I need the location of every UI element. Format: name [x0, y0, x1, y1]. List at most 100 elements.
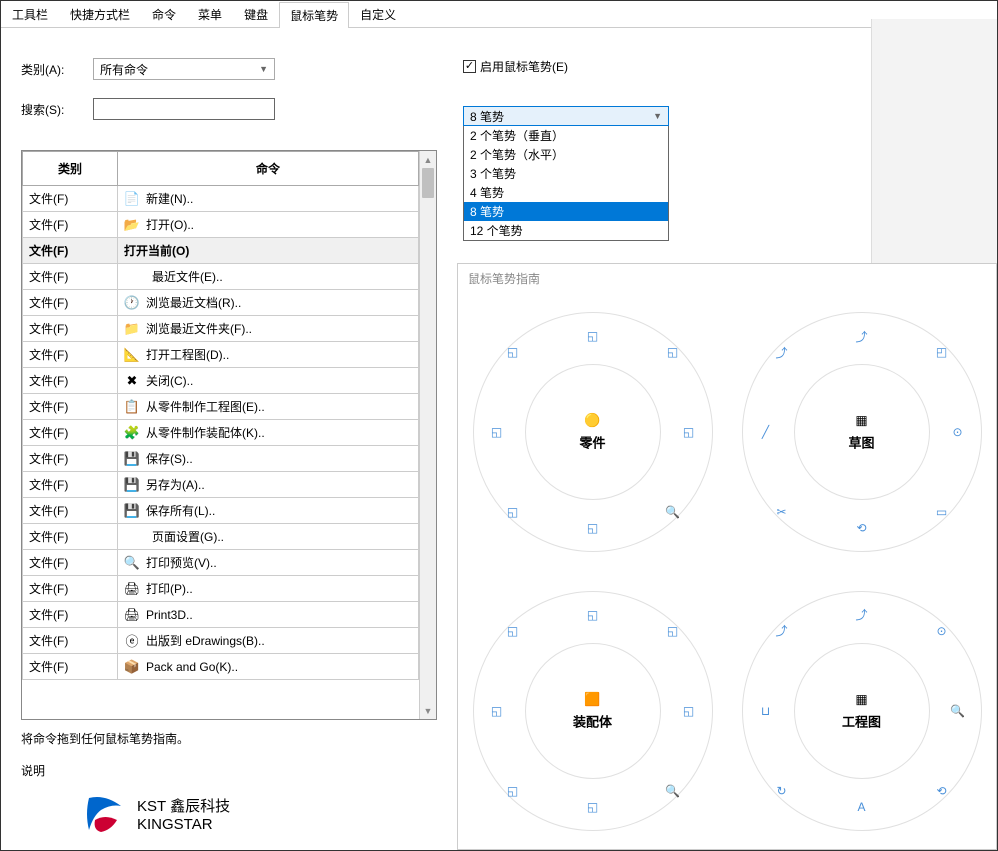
table-row[interactable]: 文件(F)🔍打印预览(V).. — [23, 550, 419, 576]
gesture-slot[interactable]: ◱ — [503, 781, 523, 801]
logo-icon — [81, 790, 129, 838]
gesture-slot[interactable]: ◱ — [663, 621, 683, 641]
gesture-slot[interactable]: ⊔ — [756, 701, 776, 721]
scroll-up-icon[interactable]: ▲ — [420, 151, 436, 168]
wheel-label: 装配体 — [573, 711, 612, 730]
gesture-count-dropdown: 2 个笔势（垂直）2 个笔势（水平）3 个笔势4 笔势8 笔势12 个笔势 — [463, 126, 669, 241]
gesture-slot[interactable]: ⤴ — [852, 326, 872, 346]
gesture-option[interactable]: 8 笔势 — [464, 202, 668, 221]
enable-gesture-checkbox[interactable]: ✓ 启用鼠标笔势(E) — [463, 58, 568, 75]
tab-3[interactable]: 菜单 — [187, 1, 233, 27]
gesture-option[interactable]: 2 个笔势（垂直） — [464, 126, 668, 145]
gesture-slot[interactable]: ◱ — [503, 621, 523, 641]
gesture-slot[interactable]: ⊙ — [948, 422, 968, 442]
wheel-center-icon: 🟡 — [584, 413, 600, 429]
tab-6[interactable]: 自定义 — [349, 1, 407, 27]
gesture-slot[interactable]: ⤴ — [772, 621, 792, 641]
table-row[interactable]: 文件(F)✖关闭(C).. — [23, 368, 419, 394]
gesture-slot[interactable]: ▭ — [932, 502, 952, 522]
gesture-slot[interactable]: 🔍 — [663, 781, 683, 801]
gesture-slot[interactable]: ⤴ — [772, 342, 792, 362]
gesture-slot[interactable]: ✂ — [772, 502, 792, 522]
command-icon: ✖ — [124, 373, 140, 389]
command-icon: 📂 — [124, 217, 140, 233]
gesture-slot[interactable]: ◱ — [679, 422, 699, 442]
table-row[interactable]: 文件(F)📂打开(O).. — [23, 212, 419, 238]
gesture-slot[interactable]: ◱ — [487, 701, 507, 721]
wheel-center-icon: ▦ — [853, 413, 869, 429]
gesture-slot[interactable]: ◱ — [583, 605, 603, 625]
table-row[interactable]: 文件(F)💾另存为(A).. — [23, 472, 419, 498]
gesture-slot[interactable]: ◰ — [932, 342, 952, 362]
gesture-wheel: ▦草图⤴◰⊙▭⟲✂╱⤴ — [727, 293, 996, 572]
gesture-slot[interactable]: 🔍 — [948, 701, 968, 721]
table-row[interactable]: 文件(F)ⓔ出版到 eDrawings(B).. — [23, 628, 419, 654]
gesture-slot[interactable]: ⊙ — [932, 621, 952, 641]
gesture-slot[interactable]: A — [852, 797, 872, 817]
gesture-slot[interactable]: ◱ — [679, 701, 699, 721]
command-icon: 📄 — [124, 191, 140, 207]
description-label: 说明 — [21, 762, 45, 779]
tab-5[interactable]: 鼠标笔势 — [279, 2, 349, 28]
wheel-center-icon: ▦ — [853, 691, 869, 707]
table-scrollbar[interactable]: ▲ ▼ — [419, 151, 436, 719]
command-icon: 📁 — [124, 321, 140, 337]
gesture-slot[interactable]: ⟲ — [852, 518, 872, 538]
col-category[interactable]: 类别 — [23, 152, 118, 186]
gesture-slot[interactable]: ◱ — [503, 342, 523, 362]
table-row[interactable]: 文件(F)打开当前(O) — [23, 238, 419, 264]
gesture-slot[interactable]: ◱ — [487, 422, 507, 442]
table-row[interactable]: 文件(F)页面设置(G).. — [23, 524, 419, 550]
gesture-guide-panel: 鼠标笔势指南 🟡零件◱◱◱🔍◱◱◱◱▦草图⤴◰⊙▭⟲✂╱⤴🟧装配体◱◱◱🔍◱◱◱… — [457, 263, 997, 850]
gesture-slot[interactable]: ◱ — [583, 518, 603, 538]
table-row[interactable]: 文件(F)📄新建(N).. — [23, 186, 419, 212]
table-row[interactable]: 文件(F)📁浏览最近文件夹(F).. — [23, 316, 419, 342]
gesture-slot[interactable]: ◱ — [583, 326, 603, 346]
table-row[interactable]: 文件(F)📦Pack and Go(K).. — [23, 654, 419, 680]
search-input[interactable] — [93, 98, 275, 120]
gesture-option[interactable]: 3 个笔势 — [464, 164, 668, 183]
table-row[interactable]: 文件(F)最近文件(E).. — [23, 264, 419, 290]
gesture-slot[interactable]: ◱ — [503, 502, 523, 522]
command-icon: 🧩 — [124, 425, 140, 441]
tab-4[interactable]: 键盘 — [233, 1, 279, 27]
table-row[interactable]: 文件(F)🧩从零件制作装配体(K).. — [23, 420, 419, 446]
table-row[interactable]: 文件(F)🖨打印(P).. — [23, 576, 419, 602]
scroll-down-icon[interactable]: ▼ — [420, 702, 436, 719]
command-icon: 💾 — [124, 451, 140, 467]
scroll-thumb[interactable] — [422, 168, 434, 198]
table-row[interactable]: 文件(F)💾保存(S).. — [23, 446, 419, 472]
tab-2[interactable]: 命令 — [141, 1, 187, 27]
gesture-slot[interactable]: ◱ — [663, 342, 683, 362]
gesture-slot[interactable]: ◱ — [583, 797, 603, 817]
table-row[interactable]: 文件(F)💾保存所有(L).. — [23, 498, 419, 524]
gesture-slot[interactable]: ↻ — [772, 781, 792, 801]
gesture-slot[interactable]: ╱ — [756, 422, 776, 442]
wheel-label: 零件 — [579, 433, 605, 452]
table-row[interactable]: 文件(F)🕐浏览最近文档(R).. — [23, 290, 419, 316]
tab-0[interactable]: 工具栏 — [1, 1, 59, 27]
gesture-slot[interactable]: ⤴ — [852, 605, 872, 625]
command-icon: 🖨 — [124, 581, 140, 597]
tab-1[interactable]: 快捷方式栏 — [59, 1, 141, 27]
wheel-center-icon: 🟧 — [584, 691, 600, 707]
gesture-option[interactable]: 12 个笔势 — [464, 221, 668, 240]
command-icon: 🔍 — [124, 555, 140, 571]
gesture-slot[interactable]: 🔍 — [663, 502, 683, 522]
gesture-count-select[interactable]: 8 笔势▼ — [463, 106, 669, 126]
gesture-option[interactable]: 2 个笔势（水平） — [464, 145, 668, 164]
category-select[interactable]: 所有命令▼ — [93, 58, 275, 80]
table-row[interactable]: 文件(F)🖨Print3D.. — [23, 602, 419, 628]
guide-title: 鼠标笔势指南 — [458, 264, 996, 293]
table-row[interactable]: 文件(F)📋从零件制作工程图(E).. — [23, 394, 419, 420]
check-icon: ✓ — [463, 60, 476, 73]
command-icon: 💾 — [124, 477, 140, 493]
col-command[interactable]: 命令 — [118, 152, 419, 186]
gesture-slot[interactable]: ⟲ — [932, 781, 952, 801]
tab-bar: 工具栏快捷方式栏命令菜单键盘鼠标笔势自定义 — [1, 1, 997, 28]
gesture-option[interactable]: 4 笔势 — [464, 183, 668, 202]
command-icon: 💾 — [124, 503, 140, 519]
command-icon: ⓔ — [124, 633, 140, 649]
category-label: 类别(A): — [21, 61, 93, 78]
table-row[interactable]: 文件(F)📐打开工程图(D).. — [23, 342, 419, 368]
